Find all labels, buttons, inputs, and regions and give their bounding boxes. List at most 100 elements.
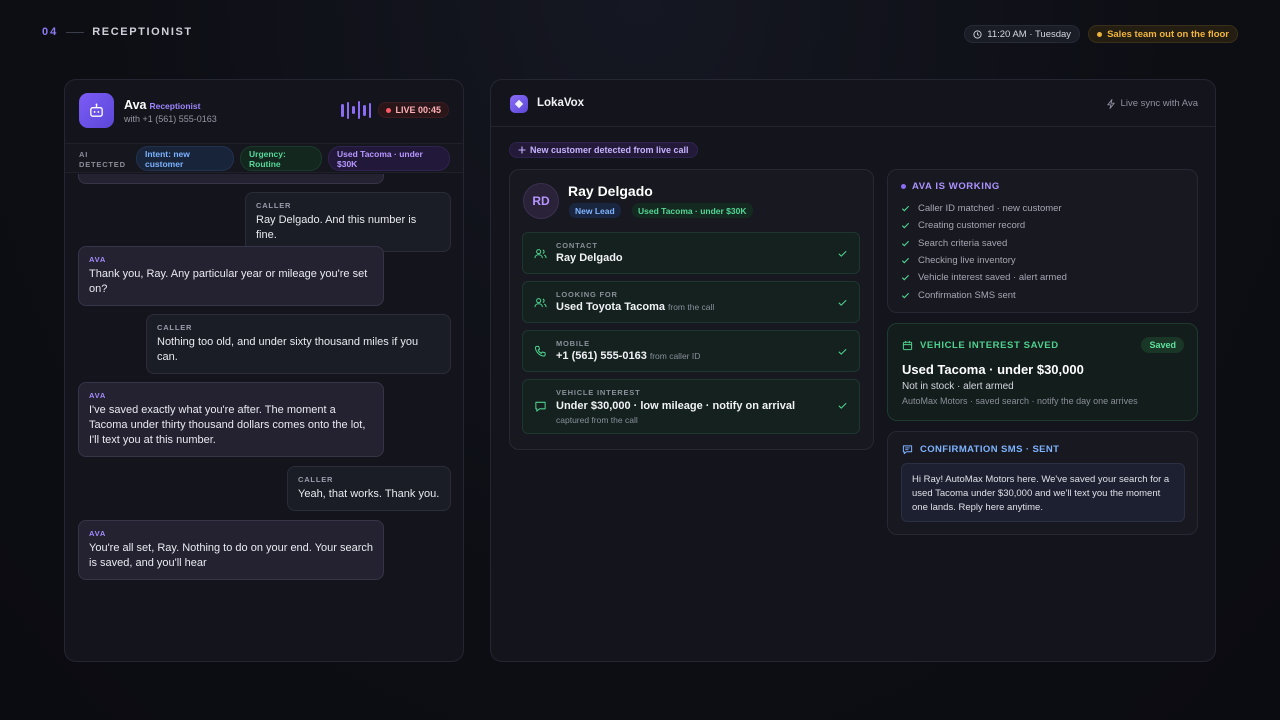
- field-value: Ray Delgado: [556, 252, 623, 264]
- vehicle-want-chip: Used Tacoma · under $30K: [328, 146, 450, 171]
- chat-bubble-icon: [535, 401, 546, 412]
- message-text: You're all set, Ray. Nothing to do on yo…: [89, 542, 374, 569]
- check-icon: [901, 292, 910, 299]
- user-group-icon: [534, 298, 547, 308]
- new-customer-badge: New customer detected from live call: [509, 142, 698, 158]
- step-indicator: 04 RECEPTIONIST: [42, 26, 193, 38]
- check-icon: [838, 250, 847, 257]
- step-text: Caller ID matched · new customer: [918, 203, 1062, 215]
- step-text: Search criteria saved: [918, 237, 1008, 249]
- vehicle-interest-card: VEHICLE INTEREST SAVED Saved Used Tacoma…: [887, 323, 1198, 421]
- sparkle-icon: [518, 146, 526, 154]
- calendar-icon: [902, 340, 913, 351]
- clock-icon: [973, 29, 982, 39]
- working-steps: Caller ID matched · new customer Creatin…: [901, 200, 1067, 304]
- message-text: Thank you, Ray. Any particular year or m…: [89, 268, 368, 295]
- vehicle-status: Not in stock · alert armed: [902, 381, 1014, 392]
- sales-status-pill: Sales team out on the floor: [1088, 25, 1238, 43]
- sms-card-title: CONFIRMATION SMS · SENT: [902, 444, 1059, 455]
- new-customer-text: New customer detected from live call: [530, 145, 689, 155]
- check-icon: [838, 348, 847, 355]
- message-sender: CALLER: [157, 323, 193, 332]
- check-icon: [838, 299, 847, 306]
- check-icon: [901, 223, 910, 229]
- looking-for-value: Used Toyota Tacoma: [556, 301, 666, 313]
- step-text: Vehicle interest saved · alert armed: [918, 272, 1067, 284]
- message-sender: CALLER: [298, 475, 334, 484]
- working-dot-icon: [901, 184, 906, 189]
- live-timer-badge: LIVE 00:45: [378, 102, 449, 118]
- message-bubble: CALLER Yeah, that works. Thank you.: [287, 466, 451, 511]
- list-item: Vehicle interest saved · alert armed: [901, 269, 1067, 286]
- message-bubble: AVA I've saved exactly what you're after…: [78, 382, 384, 457]
- step-text: Creating customer record: [918, 220, 1026, 232]
- caller-number: with +1 (561) 555-0163: [124, 114, 217, 124]
- intent-chip: Intent: new customer: [136, 146, 234, 171]
- list-item: Search criteria saved: [901, 235, 1067, 252]
- field-label: CONTACT: [556, 241, 598, 250]
- check-icon: [901, 275, 910, 281]
- lokavox-logo-icon: [510, 95, 528, 113]
- app-name: LokaVox: [537, 97, 585, 109]
- customer-name: Ray Delgado: [568, 183, 653, 199]
- field-value: Used Toyota Tacoma from the call: [556, 301, 714, 313]
- check-icon: [901, 257, 910, 264]
- looking-for-field[interactable]: LOOKING FOR Used Toyota Tacoma from the c…: [522, 281, 860, 323]
- live-timer: LIVE 00:45: [395, 105, 441, 115]
- field-label: VEHICLE INTEREST: [556, 388, 641, 397]
- step-number: 04: [42, 26, 59, 38]
- sms-body: Hi Ray! AutoMax Motors here. We've saved…: [901, 463, 1185, 522]
- message-text: Yeah, that works. Thank you.: [298, 488, 440, 500]
- list-item: Checking live inventory: [901, 252, 1067, 269]
- new-lead-badge: New Lead: [569, 203, 621, 218]
- message-sender: CALLER: [256, 201, 292, 210]
- agent-role: Receptionist: [149, 101, 201, 111]
- user-group-icon: [534, 249, 547, 259]
- saved-badge: Saved: [1141, 337, 1184, 353]
- ai-detected-label: AI DETECTED: [79, 150, 126, 169]
- ai-detected-bar: AI DETECTED Intent: new customer Urgency…: [65, 143, 463, 173]
- field-subtext: captured from the call: [556, 415, 638, 425]
- vehicle-main: Used Tacoma · under $30,000: [902, 362, 1084, 377]
- call-transcript[interactable]: CALLER Ray Delgado. And this number is f…: [65, 174, 463, 661]
- field-note: from the call: [668, 302, 715, 312]
- message-bubble: CALLER Nothing too old, and under sixty …: [146, 314, 451, 374]
- sales-status-text: Sales team out on the floor: [1107, 28, 1229, 40]
- field-label: MOBILE: [556, 339, 590, 348]
- message-icon: [902, 445, 913, 455]
- live-sync-text: Live sync with Ava: [1120, 98, 1198, 109]
- field-note: from caller ID: [649, 351, 701, 361]
- vehicle-card-title-text: VEHICLE INTEREST SAVED: [920, 340, 1059, 351]
- vehicle-interest-field[interactable]: VEHICLE INTEREST Under $30,000 · low mil…: [522, 379, 860, 434]
- message-text: Ray Delgado. And this number is fine.: [256, 214, 417, 241]
- message-text: Nothing too old, and under sixty thousan…: [157, 336, 419, 363]
- field-value: Under $30,000 · low mileage · notify on …: [556, 400, 795, 412]
- agent-name: Ava: [124, 98, 147, 112]
- contact-field[interactable]: CONTACT Ray Delgado: [522, 232, 860, 274]
- ava-working-card: AVA IS WORKING Caller ID matched · new c…: [887, 169, 1198, 313]
- mobile-field[interactable]: MOBILE +1 (561) 555-0163 from caller ID: [522, 330, 860, 372]
- check-icon: [901, 240, 910, 247]
- crm-panel: LokaVox Live sync with Ava New customer …: [490, 79, 1216, 662]
- field-label: LOOKING FOR: [556, 290, 618, 299]
- vehicle-interest-value: Under $30,000 · low mileage · notify on …: [556, 400, 796, 412]
- customer-avatar: RD: [523, 183, 559, 219]
- top-bar: 04 RECEPTIONIST 11:20 AM · Tuesday Sales…: [42, 25, 1238, 44]
- mobile-value: +1 (561) 555-0163: [556, 350, 647, 362]
- crm-header: LokaVox Live sync with Ava: [491, 80, 1215, 127]
- lightning-icon: [1106, 98, 1115, 109]
- list-item: Caller ID matched · new customer: [901, 200, 1067, 217]
- time-text: 11:20 AM · Tuesday: [987, 28, 1072, 40]
- list-item: Creating customer record: [901, 217, 1067, 234]
- vehicle-detail: AutoMax Motors · saved search · notify t…: [902, 396, 1138, 406]
- status-dot-icon: [1097, 31, 1103, 37]
- step-divider: [66, 31, 85, 33]
- status-pills: 11:20 AM · Tuesday Sales team out on the…: [964, 25, 1238, 43]
- sms-card-title-text: CONFIRMATION SMS · SENT: [920, 444, 1060, 455]
- agent-name-row: Ava Receptionist: [124, 98, 200, 112]
- step-text: Checking live inventory: [918, 255, 1016, 267]
- message-bubble-partial: [78, 174, 384, 184]
- contact-value: Ray Delgado: [556, 252, 623, 264]
- working-title-text: AVA IS WORKING: [912, 181, 1000, 192]
- message-bubble: AVA You're all set, Ray. Nothing to do o…: [78, 520, 384, 580]
